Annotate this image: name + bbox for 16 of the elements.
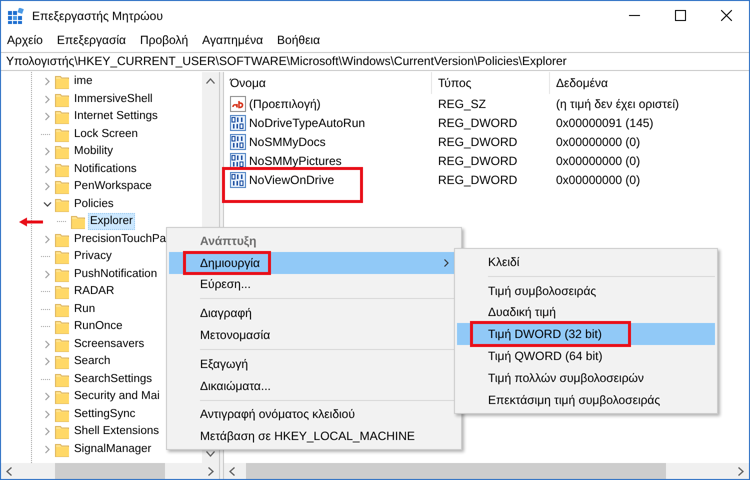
table-cell-text: 0x00000091 (145) (555, 116, 654, 130)
table-cell-text: 0x00000000 (0) (555, 154, 642, 168)
table-cell-text: 0x00000000 (0) (555, 172, 642, 186)
table-cell-text: 0x00000000 (0) (555, 134, 642, 148)
table-cell-text: REG_DWORD (437, 116, 518, 130)
table-cell-text: REG_DWORD (437, 134, 518, 148)
value-name: NoViewOnDrive (249, 172, 334, 186)
value-name: NoSMMyDocs (249, 134, 326, 148)
table-cell-text: REG_SZ (437, 96, 488, 110)
window-title: Επεξεργαστής Μητρώου (32, 8, 164, 22)
value-name: (Προεπιλογή) (249, 96, 321, 110)
table-cell-text: REG_DWORD (437, 154, 518, 168)
value-name: NoSMMyPictures (249, 154, 342, 168)
table-cell-text: (η τιμή δεν έχει οριστεί) (555, 96, 680, 110)
value-name: NoDriveTypeAutoRun (249, 116, 366, 130)
table-cell-text: REG_DWORD (437, 172, 518, 186)
